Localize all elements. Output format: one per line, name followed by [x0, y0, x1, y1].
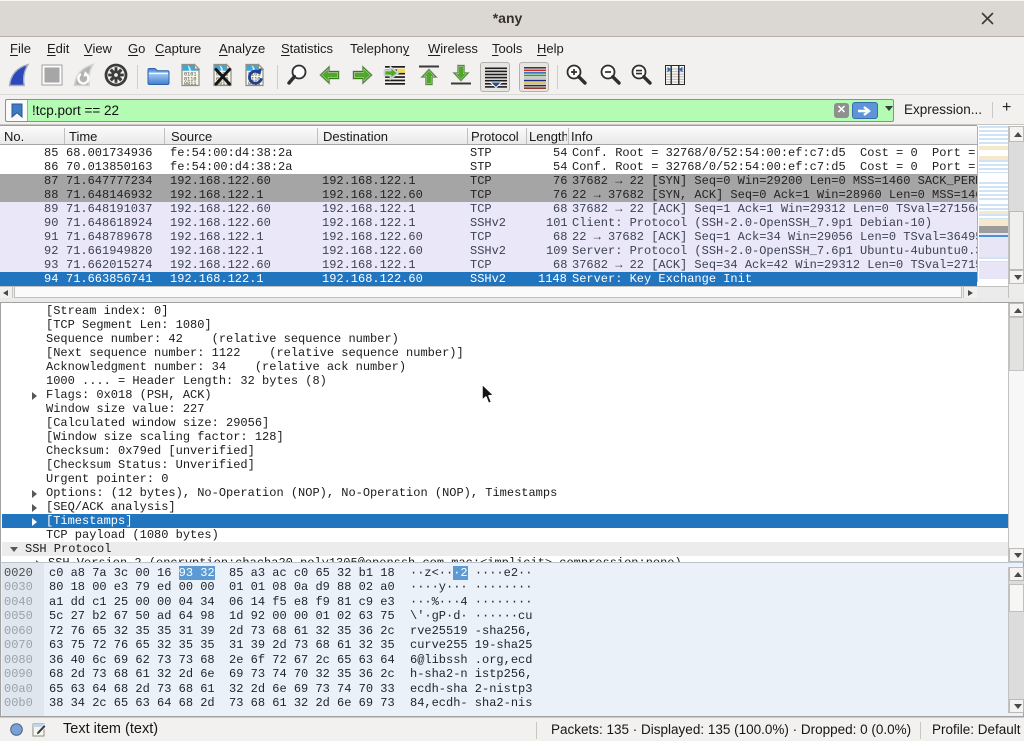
svg-text:0011: 0011 [184, 81, 196, 87]
